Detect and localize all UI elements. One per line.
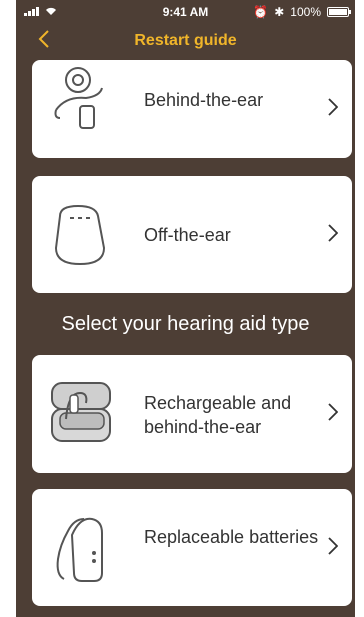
status-right: ⏰ ✱ 100%: [253, 5, 351, 19]
nav-bar: Restart guide: [16, 26, 355, 60]
behind-the-ear-icon: [54, 67, 103, 129]
card-behind-the-ear[interactable]: Behind-the-ear: [32, 60, 352, 158]
card-label: Rechargeable and behind-the-ear: [144, 393, 292, 437]
card-label: Behind-the-ear: [144, 90, 264, 110]
battery-percent: 100%: [290, 5, 321, 19]
card-label: Off-the-ear: [144, 225, 231, 245]
alarm-icon: ⏰: [253, 5, 269, 19]
card-off-the-ear[interactable]: Off-the-ear: [32, 176, 352, 293]
chevron-right-icon: [328, 222, 339, 248]
section-title: Select your hearing aid type: [61, 313, 310, 335]
card-label: Replaceable batteries: [144, 527, 319, 547]
battery-icon: [327, 7, 351, 17]
chevron-right-icon: [328, 96, 339, 122]
off-the-ear-icon: [54, 204, 106, 266]
page-title: Restart guide: [134, 32, 237, 49]
battery-hearing-aid-icon: [56, 517, 103, 582]
status-bar: 9:41 AM ⏰ ✱ 100%: [16, 0, 355, 24]
bluetooth-icon: ✱: [274, 5, 285, 19]
card-rechargeable-behind-the-ear[interactable]: Rechargeable and behind-the-ear: [32, 355, 352, 473]
chevron-right-icon: [328, 535, 339, 561]
charger-case-icon: [51, 382, 111, 442]
chevron-right-icon: [328, 401, 339, 427]
app-screen: 9:41 AM ⏰ ✱ 100% Restart guide Behind-th…: [16, 0, 355, 617]
card-replaceable-batteries[interactable]: Replaceable batteries: [32, 489, 352, 606]
